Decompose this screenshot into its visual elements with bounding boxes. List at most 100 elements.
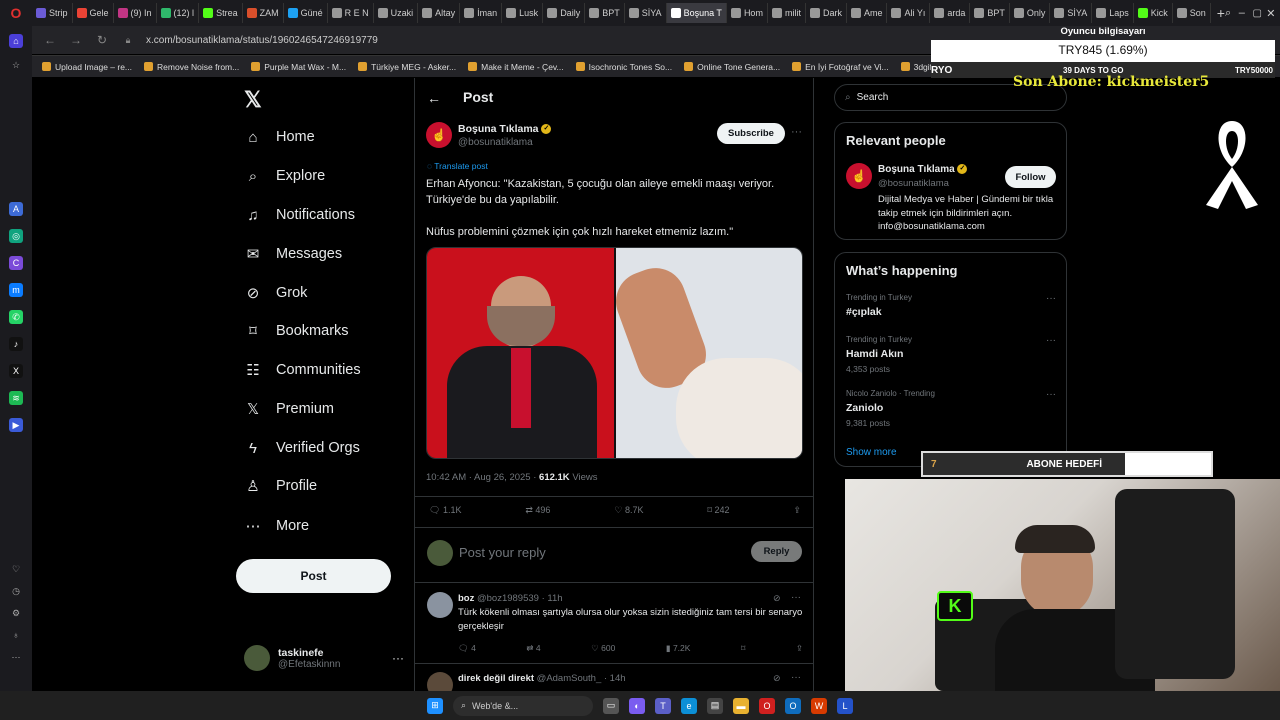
account-switcher[interactable]: taskinefe @Efetaskinnn ··· [244,642,404,674]
browser-tab[interactable]: Ame [847,3,888,23]
home-sidebar-icon[interactable]: ⌂ [9,34,23,48]
avatar[interactable]: ☝ [846,163,872,189]
browser-tab[interactable]: ZAM [243,3,284,23]
reply-button[interactable]: Reply [751,541,802,562]
views-action[interactable]: ▮ 7.2K [666,643,691,654]
reply-input[interactable]: Post your reply [459,545,546,560]
browser-tab[interactable]: Dark [806,3,847,23]
browser-tab[interactable]: arda [930,3,971,23]
player-icon[interactable]: ▶ [9,418,23,432]
nav-item-communities[interactable]: ☷ Communities [244,355,360,385]
nav-item-grok[interactable]: ⊘ Grok [244,278,308,308]
minimize-icon[interactable]: – [1239,7,1253,19]
star-sidebar-icon[interactable]: ☆ [9,58,23,72]
browser-tab[interactable]: Uzaki [374,3,419,23]
browser-tab[interactable]: Lusk [502,3,544,23]
close-window-icon[interactable]: ✕ [1266,7,1280,20]
browser-tab[interactable]: BPT [585,3,625,23]
person-handle[interactable]: @bosunatiklama [878,178,949,189]
repost-action[interactable]: ⇄ 4 [526,643,540,654]
app-l-icon[interactable]: L [837,697,853,714]
more-dots-icon[interactable]: ··· [791,672,801,683]
browser-tab[interactable]: SİYA [625,3,667,23]
nav-item-premium[interactable]: 𝕏 Premium [244,394,334,424]
reply-author-name[interactable]: direk değil direkt [458,673,534,684]
share-icon[interactable]: ⇪ [796,643,803,654]
history-icon[interactable]: ◷ [9,584,23,598]
nav-item-verified-orgs[interactable]: ϟ Verified Orgs [244,433,360,463]
back-arrow-icon[interactable]: ← [427,90,441,106]
bookmark-action[interactable]: ⌑ 242 [707,505,729,516]
whatsapp-icon[interactable]: ✆ [9,310,23,324]
browser-tab[interactable]: BPT [970,3,1010,23]
opera-taskbar-icon[interactable]: O [759,697,775,714]
bookmark-item[interactable]: Make it Meme - Çev... [468,62,564,72]
file-explorer-icon[interactable]: ▬ [733,697,749,714]
search-tabs-icon[interactable]: ⌕ [1225,7,1239,20]
new-tab-icon[interactable]: + [1217,5,1225,21]
nav-item-more[interactable]: ⋯ More [244,511,310,541]
reply-action[interactable]: 🗨︎ 1.1K [429,505,461,516]
follow-button[interactable]: Follow [1005,166,1056,188]
person-name-row[interactable]: Boşuna Tıklama ✓ [878,164,968,175]
trend-item[interactable]: Trending in Turkey #çıplak ··· [846,293,1056,322]
browser-tab[interactable]: milit [768,3,806,23]
maximize-icon[interactable]: ▢ [1252,8,1266,19]
more-dots-icon[interactable]: ··· [392,651,404,665]
teams-icon[interactable]: T [655,697,671,714]
tiktok-icon[interactable]: ♪ [9,337,23,351]
more-dots-icon[interactable]: ··· [1046,335,1056,346]
chatsonic-icon[interactable]: C [9,256,23,270]
share-icon[interactable]: ⇪ [793,505,801,516]
grok-icon[interactable]: ⊘ [773,673,781,684]
browser-tab[interactable]: Boşuna T [666,3,727,23]
browser-tab[interactable]: Gele [73,3,114,23]
windows-start-icon[interactable]: ⊞ [427,697,443,714]
browser-tab[interactable]: Kick [1134,3,1173,23]
reply-author-name[interactable]: boz [458,593,474,604]
x-sidebar-icon[interactable]: X [9,364,23,378]
browser-tab[interactable]: Hom [727,3,768,23]
grok-icon[interactable]: ⊘ [773,593,781,604]
forward-icon[interactable]: → [68,33,84,47]
more-dots-icon[interactable]: ··· [1046,389,1056,400]
reply-author-handle[interactable]: @boz1989539 · 11h [477,593,563,604]
taskbar-search[interactable]: ⌕ Web'de &... [453,695,593,716]
spotify-icon[interactable]: ≋ [9,391,23,405]
search-input[interactable]: Search [857,92,889,103]
avatar[interactable] [427,592,453,618]
browser-tab[interactable]: R E N [328,3,374,23]
bookmark-item[interactable]: Online Tone Genera... [684,62,780,72]
bookmark-item[interactable]: Purple Mat Wax - M... [251,62,346,72]
more-dots-icon[interactable]: ··· [791,126,802,138]
subscribe-button[interactable]: Subscribe [717,123,785,144]
copilot-icon[interactable]: ◐ [629,697,645,714]
browser-tab[interactable]: Güné [284,3,328,23]
nav-item-bookmarks[interactable]: ⌑ Bookmarks [244,316,348,346]
bookmark-icon[interactable]: ⌑ [741,643,745,654]
browser-tab[interactable]: Daily [543,3,586,23]
like-action[interactable]: ♡ 8.7K [614,505,643,516]
url-field[interactable]: x.com/bosunatiklama/status/1960246547246… [146,35,378,46]
bookmark-item[interactable]: Remove Noise from... [144,62,239,72]
nav-item-explore[interactable]: ⌕ Explore [244,161,325,191]
nav-item-home[interactable]: ⌂ Home [244,122,314,152]
messenger-icon[interactable]: m [9,283,23,297]
settings-icon[interactable]: ⚙ [9,606,23,620]
more-dots-icon[interactable]: ··· [1046,293,1056,304]
outlook-icon[interactable]: O [785,697,801,714]
browser-tab[interactable]: (9) In [114,3,157,23]
browser-tab[interactable]: Son [1173,3,1211,23]
translate-post-link[interactable]: ◌ Translate post [427,161,488,171]
reload-icon[interactable]: ↻ [94,33,110,47]
bookmark-item[interactable]: En İyi Fotoğraf ve Vi... [792,62,889,72]
x-logo-icon[interactable]: 𝕏 [244,87,262,113]
post-button[interactable]: Post [236,559,391,593]
browser-tab[interactable]: Strip [32,3,73,23]
author-avatar[interactable]: ☝ [426,122,452,148]
reply-author-handle[interactable]: @AdamSouth_ · 14h [537,673,626,684]
nav-item-notifications[interactable]: ♫ Notifications [244,200,355,230]
reply-action[interactable]: 🗨︎ 4 [458,643,476,654]
repost-action[interactable]: ⇄ 496 [525,505,550,516]
browser-tab[interactable]: Only [1010,3,1051,23]
